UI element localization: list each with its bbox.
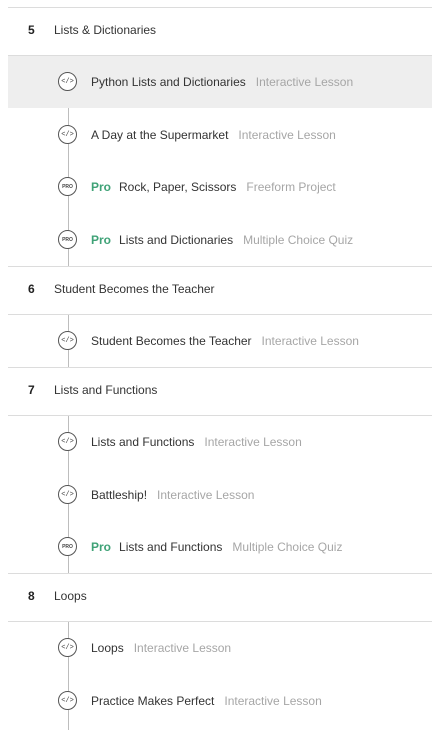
lesson-type: Interactive Lesson xyxy=(133,641,232,655)
section-header-6[interactable]: 6 Student Becomes the Teacher xyxy=(8,267,432,314)
lesson-type: Interactive Lesson xyxy=(224,694,322,708)
section-title: Student Becomes the Teacher xyxy=(54,282,215,296)
pro-icon: PRO xyxy=(58,177,77,196)
code-icon: </> xyxy=(58,638,77,657)
code-icon: </> xyxy=(58,72,77,91)
lesson-type: Interactive Lesson xyxy=(255,75,354,89)
lesson-title: Student Becomes the Teacher xyxy=(91,334,252,348)
code-icon: </> xyxy=(58,125,77,144)
lesson-type: Interactive Lesson xyxy=(261,334,359,348)
pro-badge: Pro xyxy=(91,233,112,247)
lesson-item[interactable]: PRO Pro Rock, Paper, Scissors Freeform Pro… xyxy=(8,161,432,213)
lesson-item[interactable]: </> Python Lists and Dictionaries Interac… xyxy=(8,56,432,108)
section-title: Loops xyxy=(54,589,87,603)
lesson-type: Freeform Project xyxy=(246,180,336,194)
lesson-type: Interactive Lesson xyxy=(204,435,302,449)
section-number: 6 xyxy=(28,282,35,296)
lesson-type: Multiple Choice Quiz xyxy=(243,233,354,247)
section-number: 7 xyxy=(28,383,35,397)
section-number: 8 xyxy=(28,589,35,603)
lesson-title: Lists and Functions xyxy=(91,435,195,449)
section-header-5[interactable]: 5 Lists & Dictionaries xyxy=(8,8,432,55)
lesson-title: A Day at the Supermarket xyxy=(91,128,229,142)
section-header-8[interactable]: 8 Loops xyxy=(8,574,432,621)
lesson-title: Practice Makes Perfect xyxy=(91,694,215,708)
section-header-7[interactable]: 7 Lists and Functions xyxy=(8,368,432,415)
pro-icon: PRO xyxy=(58,230,77,249)
lesson-type: Multiple Choice Quiz xyxy=(232,540,343,554)
lesson-title: Lists and Dictionaries xyxy=(119,233,234,247)
lesson-item[interactable]: </> A Day at the Supermarket Interactive … xyxy=(8,109,432,161)
lesson-item[interactable]: </> Loops Interactive Lesson xyxy=(8,622,432,674)
lesson-item[interactable]: </> Lists and Functions Interactive Lesso… xyxy=(8,416,432,468)
lesson-item[interactable]: </> Practice Makes Perfect Interactive Le… xyxy=(8,675,432,727)
lesson-title: Battleship! xyxy=(91,488,148,502)
pro-badge: Pro xyxy=(91,180,112,194)
lesson-item[interactable]: </> Student Becomes the Teacher Interacti… xyxy=(8,315,432,367)
lesson-item[interactable]: PRO Pro Lists and Functions Multiple Choic… xyxy=(8,521,432,573)
lesson-title: Loops xyxy=(91,641,124,655)
code-icon: </> xyxy=(58,432,77,451)
lesson-title: Lists and Functions xyxy=(119,540,223,554)
section-title: Lists & Dictionaries xyxy=(54,23,157,37)
lesson-title: Python Lists and Dictionaries xyxy=(91,75,246,89)
lesson-type: Interactive Lesson xyxy=(238,128,336,142)
section-title: Lists and Functions xyxy=(54,383,158,397)
pro-icon: PRO xyxy=(58,537,77,556)
pro-badge: Pro xyxy=(91,540,112,554)
code-icon: </> xyxy=(58,691,77,710)
code-icon: </> xyxy=(58,485,77,504)
code-icon: </> xyxy=(58,331,77,350)
lesson-title: Rock, Paper, Scissors xyxy=(119,180,237,194)
section-number: 5 xyxy=(28,23,35,37)
lesson-item[interactable]: PRO Pro Lists and Dictionaries Multiple Ch… xyxy=(8,214,432,266)
curriculum-list: 5 Lists & Dictionaries </> Python Lists … xyxy=(0,0,432,730)
lesson-item[interactable]: </> Battleship! Interactive Lesson xyxy=(8,469,432,521)
lesson-type: Interactive Lesson xyxy=(157,488,255,502)
